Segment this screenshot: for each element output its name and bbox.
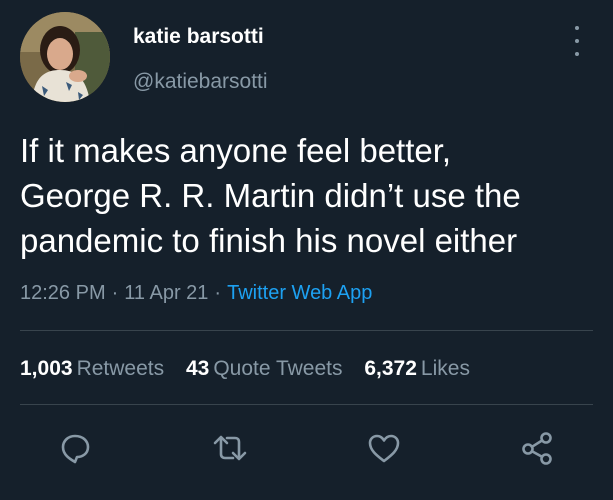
retweets-stat[interactable]: 1,003 Retweets [20,357,164,381]
separator: · [111,282,119,304]
display-name[interactable]: katie barsotti [133,25,264,49]
dot [575,39,579,43]
dot [575,26,579,30]
tweet-metadata: 12:26 PM · 11 Apr 21 · Twitter Web App [20,282,372,305]
quote-tweets-label: Quote Tweets [213,357,343,380]
tweet-text: If it makes anyone feel better, George R… [20,128,600,263]
retweet-icon[interactable] [210,428,250,468]
reply-icon[interactable] [55,428,95,468]
divider [20,404,593,405]
action-bar [0,428,613,468]
tweet-card: katie barsotti @katiebarsotti If it make… [0,0,613,500]
likes-count: 6,372 [364,357,417,380]
likes-stat[interactable]: 6,372 Likes [364,357,470,381]
tweet-text-line: George R. R. Martin didn’t use the [20,177,521,214]
retweets-count: 1,003 [20,357,73,380]
more-options-icon[interactable] [567,26,587,56]
tweet-source-link[interactable]: Twitter Web App [227,282,372,304]
tweet-time[interactable]: 12:26 PM [20,282,106,304]
quote-tweets-stat[interactable]: 43 Quote Tweets [186,357,343,381]
engagement-stats: 1,003 Retweets 43 Quote Tweets 6,372 Likes [20,357,486,381]
tweet-date[interactable]: 11 Apr 21 [124,282,208,304]
retweets-label: Retweets [76,357,165,380]
divider [20,330,593,331]
tweet-text-line: If it makes anyone feel better, [20,132,452,169]
dot [575,52,579,56]
user-handle[interactable]: @katiebarsotti [133,70,268,94]
profile-photo-icon [20,12,110,102]
share-icon[interactable] [517,428,557,468]
likes-label: Likes [420,357,470,380]
quote-tweets-count: 43 [185,357,210,380]
separator: · [214,282,222,304]
like-icon[interactable] [364,428,404,468]
tweet-text-line: pandemic to finish his novel either [20,222,518,259]
avatar[interactable] [20,12,110,102]
